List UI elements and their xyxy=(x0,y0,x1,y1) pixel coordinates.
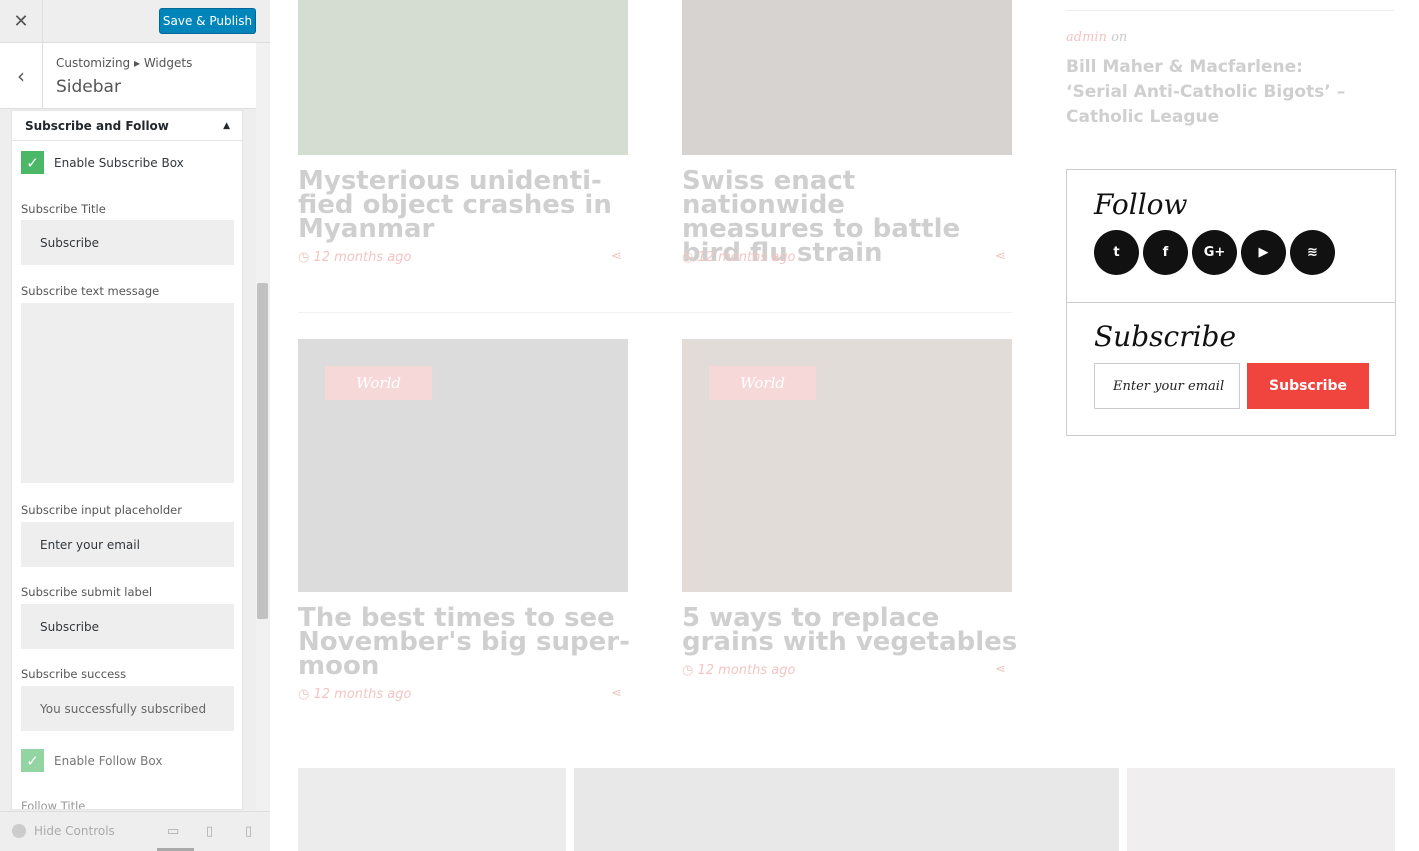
subscribe-title: Subscribe xyxy=(1094,320,1237,353)
category-badge[interactable]: World xyxy=(325,366,432,400)
slider-image-3[interactable] xyxy=(1127,768,1395,851)
subscribe-text-label: Subscribe text message xyxy=(21,284,160,298)
share-icon[interactable]: ⋖ xyxy=(995,249,1006,264)
category-badge[interactable]: World xyxy=(709,366,816,400)
subscribe-button[interactable]: Subscribe xyxy=(1247,363,1369,409)
close-icon[interactable]: ✕ xyxy=(0,0,43,43)
post-title-3[interactable]: The best times to see November's big sup… xyxy=(298,605,638,679)
submit-label-label: Subscribe submit label xyxy=(21,585,153,599)
breadcrumb: Customizing ▸ Widgets xyxy=(56,56,193,70)
subscribe-box: Subscribe Enter your email Subscribe xyxy=(1066,302,1396,436)
enable-follow-checkbox[interactable]: ✓ xyxy=(21,749,44,772)
section-header: ‹ Customizing ▸ Widgets Sidebar xyxy=(0,43,256,109)
divider xyxy=(1066,10,1394,11)
collapse-icon xyxy=(12,824,26,838)
follow-title-label: Follow Title xyxy=(21,799,86,810)
google-plus-icon[interactable]: G+ xyxy=(1192,230,1237,275)
post-meta: admin on xyxy=(1066,30,1127,45)
email-input[interactable]: Enter your email xyxy=(1094,363,1240,409)
slider-image-1[interactable] xyxy=(298,768,566,851)
post-image-2[interactable] xyxy=(682,0,1012,155)
submit-label-input[interactable]: Subscribe xyxy=(21,604,234,649)
hide-controls-label: Hide Controls xyxy=(34,824,115,838)
follow-title: Follow xyxy=(1094,188,1188,221)
post-image-1[interactable] xyxy=(298,0,628,155)
follow-box: Follow t f G+ ▶ ≋ xyxy=(1066,169,1396,303)
enable-follow-label: Enable Follow Box xyxy=(54,754,163,768)
placeholder-input[interactable]: Enter your email xyxy=(21,522,234,567)
recent-post-title[interactable]: Bill Maher & Macfarlene: ‘Serial Anti-Ca… xyxy=(1066,55,1366,130)
twitter-icon[interactable]: t xyxy=(1094,230,1139,275)
subscribe-title-input[interactable]: Subscribe xyxy=(21,220,234,265)
share-icon[interactable]: ⋖ xyxy=(995,662,1006,677)
widget-header[interactable]: Subscribe and Follow ▲ xyxy=(12,111,242,141)
divider xyxy=(298,312,1012,313)
success-label: Subscribe success xyxy=(21,667,127,681)
post-time-2: ◷ 12 months ago xyxy=(682,250,796,265)
save-publish-button[interactable]: Save & Publish xyxy=(159,8,256,34)
customizer-footer: Hide Controls ▭ ▯ ▯ xyxy=(0,811,270,851)
desktop-preview-icon[interactable]: ▭ xyxy=(167,824,179,839)
scrollbar[interactable] xyxy=(256,43,270,811)
caret-up-icon[interactable]: ▲ xyxy=(223,121,230,131)
placeholder-label: Subscribe input placeholder xyxy=(21,503,182,517)
post-time-1: ◷ 12 months ago xyxy=(298,250,412,265)
post-time-3: ◷ 12 months ago xyxy=(298,687,412,702)
page-title: Sidebar xyxy=(56,77,121,97)
widget-form: Subscribe and Follow ▲ ✓ Enable Subscrib… xyxy=(11,110,243,810)
enable-subscribe-label: Enable Subscribe Box xyxy=(54,156,184,170)
success-input[interactable]: You successfully subscribed xyxy=(21,686,234,731)
scrollbar-thumb[interactable] xyxy=(257,283,268,619)
meta-on: on xyxy=(1111,30,1128,45)
enable-subscribe-checkbox[interactable]: ✓ xyxy=(21,151,44,174)
hide-controls-button[interactable]: Hide Controls xyxy=(12,824,115,838)
customizer-panel: ✕ Save & Publish ‹ Customizing ▸ Widgets… xyxy=(0,0,270,851)
slider-image-2[interactable] xyxy=(574,768,1119,851)
mobile-preview-icon[interactable]: ▯ xyxy=(245,824,252,839)
post-time-4: ◷ 12 months ago xyxy=(682,663,796,678)
post-title-1[interactable]: Mysterious unidenti- fied object crashes… xyxy=(298,168,638,242)
share-icon[interactable]: ⋖ xyxy=(611,686,622,701)
back-arrow-icon[interactable]: ‹ xyxy=(0,43,43,108)
subscribe-text-textarea[interactable] xyxy=(21,303,234,483)
customizer-topbar: ✕ Save & Publish xyxy=(0,0,270,43)
share-icon[interactable]: ⋖ xyxy=(611,249,622,264)
facebook-icon[interactable]: f xyxy=(1143,230,1188,275)
post-title-4[interactable]: 5 ways to replace grains with vegetables xyxy=(682,605,1022,655)
widget-title: Subscribe and Follow xyxy=(25,118,169,133)
tablet-preview-icon[interactable]: ▯ xyxy=(206,824,213,839)
youtube-icon[interactable]: ▶ xyxy=(1241,230,1286,275)
subscribe-title-label: Subscribe Title xyxy=(21,202,106,216)
rss-icon[interactable]: ≋ xyxy=(1290,230,1335,275)
author-link[interactable]: admin xyxy=(1066,30,1107,45)
